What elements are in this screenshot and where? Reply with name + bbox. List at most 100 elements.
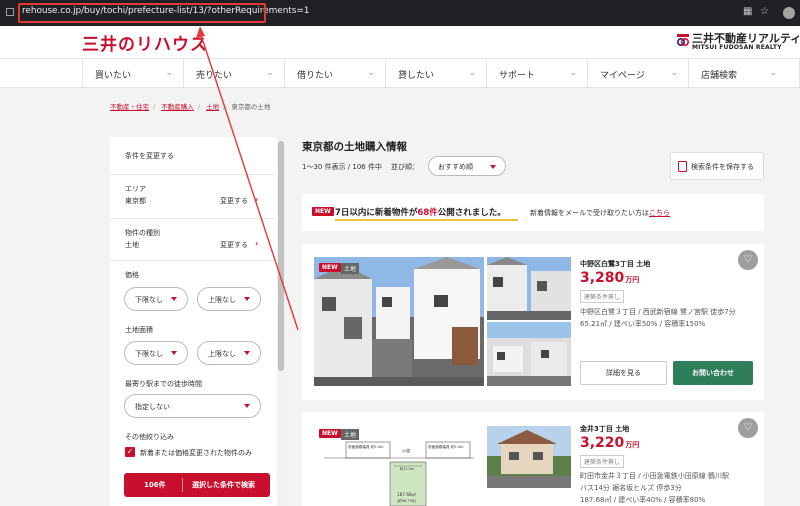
mail-text: 新着情報をメールで受け取りたい方は (530, 209, 649, 217)
company-name-en: MITSUI FUDOSAN REALTY (692, 44, 782, 51)
mitsui-logo-icon (676, 34, 690, 47)
nav-label: 貸したい (398, 71, 435, 81)
listing-photo-thumb[interactable] (487, 322, 571, 386)
spec-text: 187.68㎡ / 建ぺい率40% / 容積率80% (580, 496, 706, 504)
notice-text: 公開されました。 (437, 208, 506, 218)
change-conditions-title: 条件を変更する (125, 152, 174, 160)
bookmark-star-icon[interactable]: ☆ (760, 7, 770, 17)
listing-photo-thumb[interactable] (487, 426, 571, 488)
land-area-max-select[interactable]: 上限なし (197, 341, 261, 365)
listing-title[interactable]: 金井3丁目 土地 (580, 424, 629, 434)
select-value: 上限なし (208, 350, 236, 358)
type-badge: 土地 (341, 263, 360, 274)
page-title: 東京都の土地購入情報 (302, 141, 407, 153)
type-filter[interactable]: 物件の種別 土地 変更する › (110, 219, 275, 261)
price-changed-checkbox[interactable]: ✓ (125, 447, 135, 457)
save-search-label: 検索条件を保存する (691, 163, 754, 171)
walk-time-select[interactable]: 指定しない (124, 394, 261, 418)
scrollbar-thumb[interactable] (278, 141, 284, 371)
land-area-min-select[interactable]: 下限なし (124, 341, 188, 365)
nav-item-store-search[interactable]: 店舗検索 ⌄ (688, 59, 800, 88)
nav-item-rent[interactable]: 借りたい ⌄ (284, 59, 385, 88)
dropdown-arrow-icon (244, 404, 250, 408)
dropdown-arrow-icon (490, 165, 496, 169)
chevron-right-icon: › (255, 239, 259, 248)
install-app-icon[interactable]: ▦ (743, 7, 753, 17)
nav-item-lease[interactable]: 貸したい ⌄ (385, 59, 486, 88)
area-filter[interactable]: エリア 東京都 変更する › (110, 175, 275, 219)
nav-label: 店舗検索 (701, 71, 738, 81)
type-badge: 土地 (341, 429, 360, 440)
spec-text: 65.21㎡ / 建ぺい率50% / 容積率150% (580, 320, 706, 328)
listing-description: 中野区白鷺３丁目 / 西武新宿線 鷺ノ宮駅 徒歩7分 65.21㎡ / 建ぺい率… (580, 306, 736, 330)
chevron-down-icon: ⌄ (670, 68, 678, 78)
area-value: 東京都 (125, 197, 146, 205)
button-divider (182, 478, 183, 492)
floorplan-image[interactable]: 前面道路幅員 約5.0m 前面道路幅員 約5.0m 公道 約11.5m 187.… (314, 426, 484, 506)
save-search-button[interactable]: 検索条件を保存する (670, 152, 764, 180)
result-count: 1～30 件表示 / 106 件中 (302, 163, 382, 171)
sort-select[interactable]: おすすめ順 (428, 156, 506, 176)
listing-description: 町田市金井３丁目 / 小田急電鉄小田原線 鶴川駅 バス14分 裾名坂ヒルズ 停歩… (580, 470, 729, 506)
access-text: バス14分 裾名坂ヒルズ 停歩3分 (580, 484, 682, 492)
select-value: 下限なし (135, 296, 163, 304)
price-unit: 万円 (625, 276, 640, 284)
listing-price: 3,220万円 (580, 435, 639, 451)
favorite-heart-icon[interactable]: ♡ (738, 250, 758, 270)
road-width-label: 前面道路幅員 約5.0m (348, 444, 384, 449)
favorite-heart-icon[interactable]: ♡ (738, 418, 758, 438)
breadcrumb-link[interactable]: 土地 (206, 103, 219, 111)
new-badge: NEW (319, 429, 341, 438)
price-max-select[interactable]: 上限なし (197, 287, 261, 311)
sort-value: おすすめ順 (438, 163, 473, 171)
nav-label: 売りたい (196, 71, 233, 81)
new-badge: NEW (319, 263, 341, 272)
notice-message: 7日以内に新着物件が68件公開されました。 (335, 206, 506, 218)
area-label: エリア (125, 185, 146, 193)
listing-photo-main[interactable] (314, 257, 484, 386)
plot-area-label: 187.68㎡ (397, 491, 417, 497)
price-changed-label: 新着または価格変更された物件のみ (140, 449, 252, 457)
road-width-label: 前面道路幅員 約5.0m (428, 444, 464, 449)
notice-text: 7日以内に新着物件が (335, 208, 418, 218)
land-area-label: 土地面積 (125, 326, 153, 334)
sort-label: 並び順： (391, 163, 419, 171)
contact-button[interactable]: お問い合わせ (673, 361, 753, 385)
detail-button[interactable]: 詳細を見る (580, 361, 667, 385)
condition-tag: 建築条件無し (580, 455, 625, 468)
nav-item-buy[interactable]: 買いたい ⌄ (82, 59, 183, 88)
nav-label: 借りたい (297, 71, 334, 81)
breadcrumb-link[interactable]: 不動産購入 (161, 103, 194, 111)
sidebar-scrollbar[interactable] (277, 137, 285, 506)
type-value: 土地 (125, 241, 139, 249)
listing-photo-thumb[interactable] (487, 257, 571, 320)
site-info-icon[interactable] (6, 8, 14, 16)
profile-avatar[interactable] (783, 7, 795, 19)
location-text: 中野区白鷺３丁目 / 西武新宿線 鷺ノ宮駅 徒歩7分 (580, 308, 736, 316)
price-min-select[interactable]: 下限なし (124, 287, 188, 311)
area-change-link[interactable]: 変更する (220, 196, 248, 206)
price-value: 3,220 (580, 435, 625, 451)
nav-item-mypage[interactable]: マイページ ⌄ (587, 59, 688, 88)
breadcrumb-link[interactable]: 不動産・住宅 (110, 103, 149, 111)
mail-notice: 新着情報をメールで受け取りたい方はこちら (530, 208, 670, 218)
search-button[interactable]: 106件 選択した条件で検索 (124, 473, 270, 497)
chevron-down-icon: ⌄ (769, 68, 777, 78)
mail-link[interactable]: こちら (649, 209, 670, 217)
document-icon (678, 161, 687, 172)
nav-label: マイページ (600, 71, 645, 81)
listing-card[interactable]: 前面道路幅員 約5.0m 前面道路幅員 約5.0m 公道 約11.5m 187.… (302, 412, 764, 506)
type-change-link[interactable]: 変更する (220, 240, 248, 250)
change-conditions-header: 条件を変更する (110, 137, 275, 175)
type-label: 物件の種別 (125, 229, 160, 237)
listing-title[interactable]: 中野区白鷺3丁目 土地 (580, 259, 650, 269)
rehouse-logo[interactable]: 三井のリハウス (82, 30, 208, 55)
listing-price: 3,280万円 (580, 270, 639, 286)
dropdown-arrow-icon (171, 297, 177, 301)
breadcrumb-current: 東京都の土地 (231, 103, 271, 111)
chevron-down-icon: ⌄ (165, 68, 173, 78)
listing-card[interactable]: NEW 土地 ♡ 中野区白鷺3丁目 土地 3,280万円 建築条件無し 中野区白… (302, 244, 764, 400)
nav-item-sell[interactable]: 売りたい ⌄ (183, 59, 284, 88)
dropdown-arrow-icon (244, 297, 250, 301)
nav-item-support[interactable]: サポート ⌄ (486, 59, 587, 88)
